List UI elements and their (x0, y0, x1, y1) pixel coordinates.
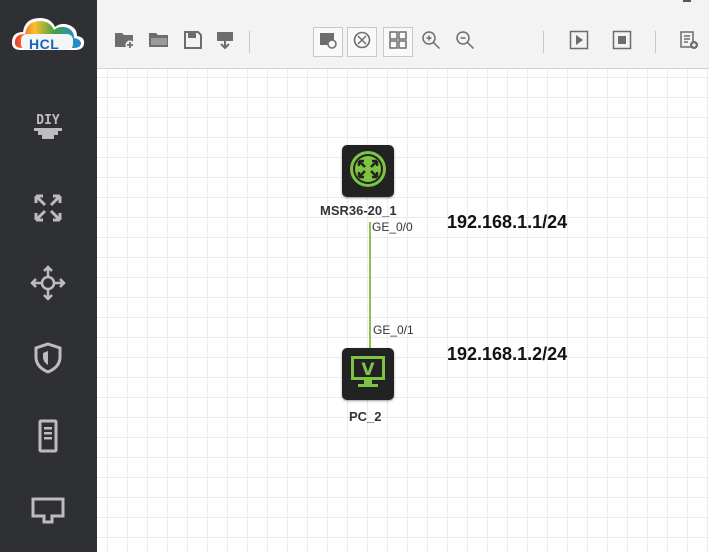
zoom-out-button[interactable] (451, 28, 479, 56)
export-button[interactable] (211, 28, 239, 56)
zoom-out-icon (454, 29, 476, 56)
switch-icon (29, 264, 67, 307)
router-icon (347, 148, 389, 195)
export-icon (215, 30, 235, 55)
monitor-icon (30, 496, 66, 533)
sidebar-item-diy[interactable]: DIY (28, 108, 68, 148)
sidebar-item-router[interactable] (28, 190, 68, 230)
sidebar-item-firewall[interactable] (28, 340, 68, 380)
screen-view-icon (318, 30, 338, 55)
open-project-button[interactable] (145, 28, 173, 56)
router-port-label: GE_0/0 (372, 220, 413, 234)
monitor-icon: V (348, 352, 388, 397)
svg-text:DIY: DIY (36, 113, 60, 128)
router-icon (31, 191, 65, 230)
toolbar-separator (249, 31, 250, 53)
sidebar-item-switch[interactable] (28, 264, 68, 307)
play-icon (569, 30, 589, 55)
stop-icon (612, 30, 632, 55)
router-device[interactable] (342, 145, 394, 197)
folder-icon (148, 30, 170, 55)
start-button[interactable] (565, 28, 593, 56)
sidebar-item-server[interactable] (28, 418, 68, 458)
new-folder-icon (114, 30, 136, 55)
router-name-label: MSR36-20_1 (320, 203, 397, 218)
router-view-icon (352, 30, 372, 55)
toolbar-separator (543, 31, 544, 53)
pc-port-label: GE_0/1 (373, 323, 414, 337)
pc-name-label: PC_2 (349, 409, 382, 424)
new-project-button[interactable] (111, 28, 139, 56)
shield-icon (33, 341, 63, 379)
network-link[interactable] (369, 222, 371, 348)
server-icon (37, 419, 59, 458)
router-ip-label: 192.168.1.1/24 (447, 212, 568, 232)
device-sidebar: HCL DIY (0, 0, 97, 552)
show-ports-button[interactable] (347, 27, 377, 57)
zoom-in-button[interactable] (417, 28, 445, 56)
grid-button[interactable] (383, 27, 413, 57)
diy-icon: DIY (29, 107, 67, 150)
hcl-logo: HCL (7, 10, 89, 60)
logo-text: HCL (29, 36, 60, 52)
grid-icon (388, 30, 408, 55)
zoom-in-icon (420, 29, 442, 56)
settings-button[interactable] (675, 28, 703, 56)
svg-text:V: V (361, 360, 375, 380)
save-button[interactable] (179, 28, 207, 56)
stop-button[interactable] (608, 28, 636, 56)
save-icon (183, 30, 203, 55)
sidebar-item-terminal[interactable] (28, 494, 68, 534)
toolbar-separator (655, 31, 656, 53)
show-labels-button[interactable] (313, 27, 343, 57)
topology-canvas[interactable] (97, 69, 709, 552)
config-list-icon (679, 30, 699, 55)
toolbar (97, 0, 709, 69)
pc-ip-label: 192.168.1.2/24 (447, 344, 568, 364)
window-control-minimize[interactable] (683, 0, 691, 2)
pc-device[interactable]: V (342, 348, 394, 400)
